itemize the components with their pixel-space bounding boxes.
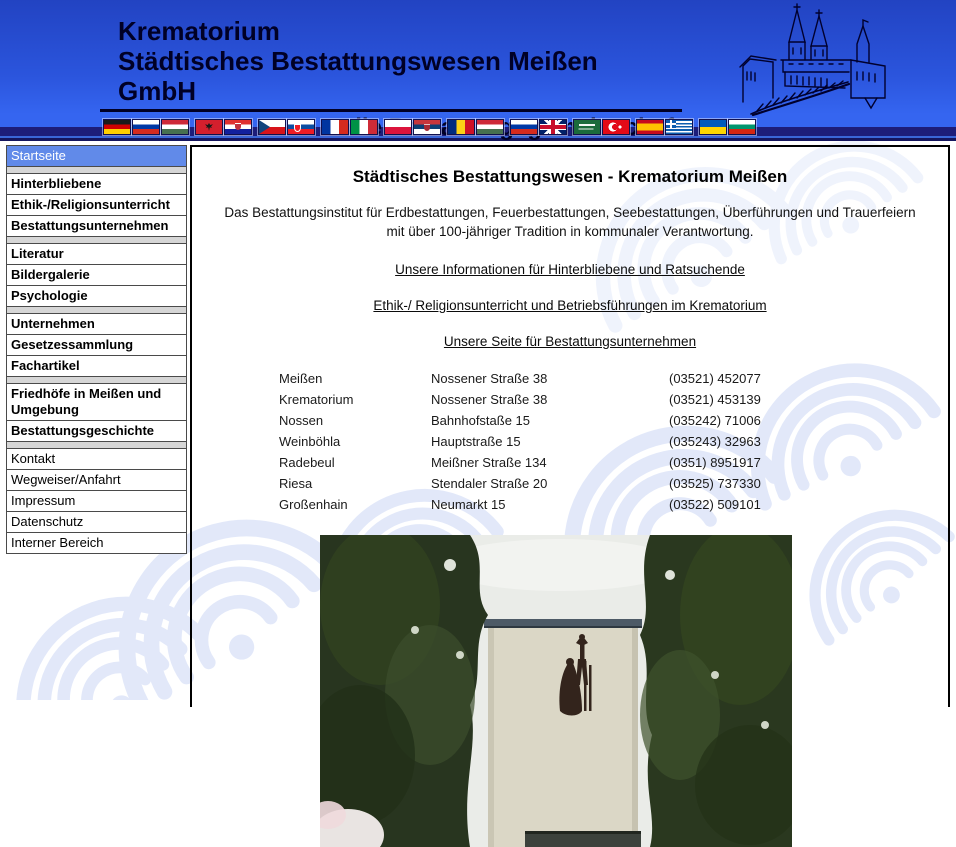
- location-name: Nossen: [279, 410, 431, 431]
- content-link-unsere-informationen-für[interactable]: Unsere Informationen für Hinterbliebene …: [192, 262, 948, 277]
- site-title-line1: Krematorium: [100, 16, 682, 46]
- flag-spain-icon[interactable]: [636, 119, 664, 135]
- sidebar: Startseite HinterbliebeneEthik-/Religions…: [6, 146, 187, 554]
- sidebar-item-startseite[interactable]: Startseite: [6, 145, 187, 167]
- location-row-meißen: MeißenNossener Straße 38(03521) 452077: [279, 368, 761, 389]
- flag-croatia-icon[interactable]: [224, 119, 252, 135]
- flag-bulgaria-icon[interactable]: [728, 119, 756, 135]
- sidebar-item-unternehmen[interactable]: Unternehmen: [6, 313, 187, 335]
- flag-group: [510, 119, 568, 135]
- location-phone: (035242) 71006: [669, 410, 761, 431]
- location-street: Bahnhofstaße 15: [431, 410, 669, 431]
- site-title-line2: Städtisches Bestattungswesen Meißen GmbH: [100, 46, 682, 112]
- sidebar-item-bestattungsgeschichte[interactable]: Bestattungsgeschichte: [6, 420, 187, 442]
- flag-group: [699, 119, 757, 135]
- location-phone: (03522) 509101: [669, 494, 761, 515]
- location-row-großenhain: GroßenhainNeumarkt 15(03522) 509101: [279, 494, 761, 515]
- flag-romania-icon[interactable]: [447, 119, 475, 135]
- flag-hungary-icon[interactable]: [161, 119, 189, 135]
- location-street: Nossener Straße 38: [431, 368, 669, 389]
- crematorium-photo: [320, 535, 792, 847]
- sidebar-item-bildergalerie[interactable]: Bildergalerie: [6, 264, 187, 286]
- flag-group: [258, 119, 316, 135]
- content-link-unsere-seite-für[interactable]: Unsere Seite für Bestattungsunternehmen: [192, 334, 948, 349]
- page-header: Krematorium Städtisches Bestattungswesen…: [0, 0, 956, 141]
- location-phone: (03521) 453139: [669, 389, 761, 410]
- sidebar-item-datenschutz[interactable]: Datenschutz: [6, 511, 187, 533]
- flag-germany-icon[interactable]: [103, 119, 131, 135]
- sidebar-item-fachartikel[interactable]: Fachartikel: [6, 355, 187, 377]
- flag-russia-icon[interactable]: [132, 119, 160, 135]
- language-flag-bar: [103, 119, 762, 135]
- location-street: Neumarkt 15: [431, 494, 669, 515]
- flag-turkey-icon[interactable]: [602, 119, 630, 135]
- castle-line-drawing-icon: [733, 2, 908, 124]
- page-title: Städtisches Bestattungswesen - Krematori…: [192, 167, 948, 187]
- location-name: Riesa: [279, 473, 431, 494]
- location-name: Radebeul: [279, 452, 431, 473]
- location-street: Stendaler Straße 20: [431, 473, 669, 494]
- flag-greece-icon[interactable]: [665, 119, 693, 135]
- sidebar-item-hinterbliebene[interactable]: Hinterbliebene: [6, 173, 187, 195]
- flag-hungary-icon[interactable]: [476, 119, 504, 135]
- flag-slovenia-icon[interactable]: [510, 119, 538, 135]
- flag-group: [384, 119, 442, 135]
- sidebar-item-bestattungsunternehmen[interactable]: Bestattungsunternehmen: [6, 215, 187, 237]
- content-link-list: Unsere Informationen für Hinterbliebene …: [192, 262, 948, 349]
- flag-serbia-icon[interactable]: [413, 119, 441, 135]
- location-phone: (03521) 452077: [669, 368, 761, 389]
- location-row-nossen: NossenBahnhofstaße 15(035242) 71006: [279, 410, 761, 431]
- location-name: Großenhain: [279, 494, 431, 515]
- flag-slovakia-icon[interactable]: [287, 119, 315, 135]
- location-row-krematorium: KrematoriumNossener Straße 38(03521) 453…: [279, 389, 761, 410]
- sidebar-item-interner-bereich[interactable]: Interner Bereich: [6, 532, 187, 554]
- flag-albania-icon[interactable]: [195, 119, 223, 135]
- sidebar-item-impressum[interactable]: Impressum: [6, 490, 187, 512]
- flag-group: [195, 119, 253, 135]
- sidebar-item-ethik-religionsunterricht[interactable]: Ethik-/Religionsunterricht: [6, 194, 187, 216]
- flag-italy-icon[interactable]: [350, 119, 378, 135]
- location-phone: (03525) 737330: [669, 473, 761, 494]
- content-link-ethik-religionsunterricht-und[interactable]: Ethik-/ Religionsunterricht und Betriebs…: [192, 298, 948, 313]
- location-name: Krematorium: [279, 389, 431, 410]
- location-phone: (0351) 8951917: [669, 452, 761, 473]
- location-name: Meißen: [279, 368, 431, 389]
- location-street: Hauptstraße 15: [431, 431, 669, 452]
- sidebar-item-friedhöfe-in-meißen-und-umgebung[interactable]: Friedhöfe in Meißen und Umgebung: [6, 383, 187, 421]
- flag-ukraine-icon[interactable]: [699, 119, 727, 135]
- location-street: Nossener Straße 38: [431, 389, 669, 410]
- flag-czech-republic-icon[interactable]: [258, 119, 286, 135]
- sidebar-item-gesetzessammlung[interactable]: Gesetzessammlung: [6, 334, 187, 356]
- location-street: Meißner Straße 134: [431, 452, 669, 473]
- location-phone: (035243) 32963: [669, 431, 761, 452]
- flag-group: [573, 119, 631, 135]
- location-row-riesa: RiesaStendaler Straße 20(03525) 737330: [279, 473, 761, 494]
- location-name: Weinböhla: [279, 431, 431, 452]
- flag-group: [103, 119, 190, 135]
- flag-group: [447, 119, 505, 135]
- main-content: Städtisches Bestattungswesen - Krematori…: [190, 145, 950, 707]
- locations-table: MeißenNossener Straße 38(03521) 452077Kr…: [279, 368, 761, 515]
- flag-poland-icon[interactable]: [384, 119, 412, 135]
- flag-france-icon[interactable]: [321, 119, 349, 135]
- sidebar-item-psychologie[interactable]: Psychologie: [6, 285, 187, 307]
- flag-saudi-arabia-icon[interactable]: [573, 119, 601, 135]
- location-row-weinböhla: WeinböhlaHauptstraße 15(035243) 32963: [279, 431, 761, 452]
- location-row-radebeul: RadebeulMeißner Straße 134(0351) 8951917: [279, 452, 761, 473]
- intro-text: Das Bestattungsinstitut für Erdbestattun…: [220, 203, 920, 241]
- flag-united-kingdom-icon[interactable]: [539, 119, 567, 135]
- flag-group: [321, 119, 379, 135]
- sidebar-item-literatur[interactable]: Literatur: [6, 243, 187, 265]
- sidebar-item-kontakt[interactable]: Kontakt: [6, 448, 187, 470]
- sidebar-item-wegweiser-anfahrt[interactable]: Wegweiser/Anfahrt: [6, 469, 187, 491]
- flag-group: [636, 119, 694, 135]
